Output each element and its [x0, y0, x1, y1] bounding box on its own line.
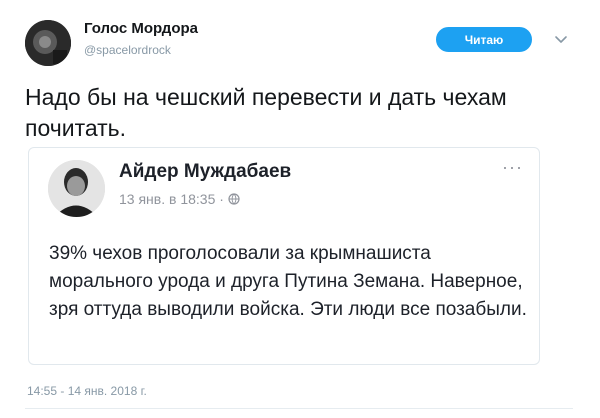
quoted-author-avatar[interactable]: [48, 160, 105, 217]
author-name[interactable]: Голос Мордора: [84, 20, 198, 37]
quoted-author-name[interactable]: Айдер Муждабаев: [119, 161, 291, 183]
quoted-post-meta: 13 янв. в 18:35 ·: [119, 191, 240, 207]
globe-icon: [228, 193, 240, 205]
quoted-post-text: 39% чехов проголосовали за крымнашиста м…: [49, 243, 527, 320]
author-handle[interactable]: @spacelordrock: [84, 43, 171, 57]
author-avatar-image: [25, 20, 71, 66]
following-button[interactable]: Читаю: [436, 27, 532, 52]
chevron-down-icon[interactable]: [553, 31, 569, 47]
quoted-post-date[interactable]: 13 янв. в 18:35 ·: [119, 191, 224, 207]
tweet: Голос Мордора @spacelordrock Читаю Надо …: [0, 0, 600, 418]
quoted-author-avatar-image: [48, 160, 105, 217]
quoted-post-card[interactable]: Айдер Муждабаев 13 янв. в 18:35 · ··· 39…: [28, 147, 540, 365]
more-dots-icon[interactable]: ···: [502, 158, 523, 176]
tweet-text: Надо бы на чешский перевести и дать чеха…: [25, 84, 507, 141]
tweet-timestamp[interactable]: 14:55 - 14 янв. 2018 г.: [27, 384, 147, 398]
divider: [25, 408, 573, 409]
author-avatar[interactable]: [25, 20, 71, 66]
